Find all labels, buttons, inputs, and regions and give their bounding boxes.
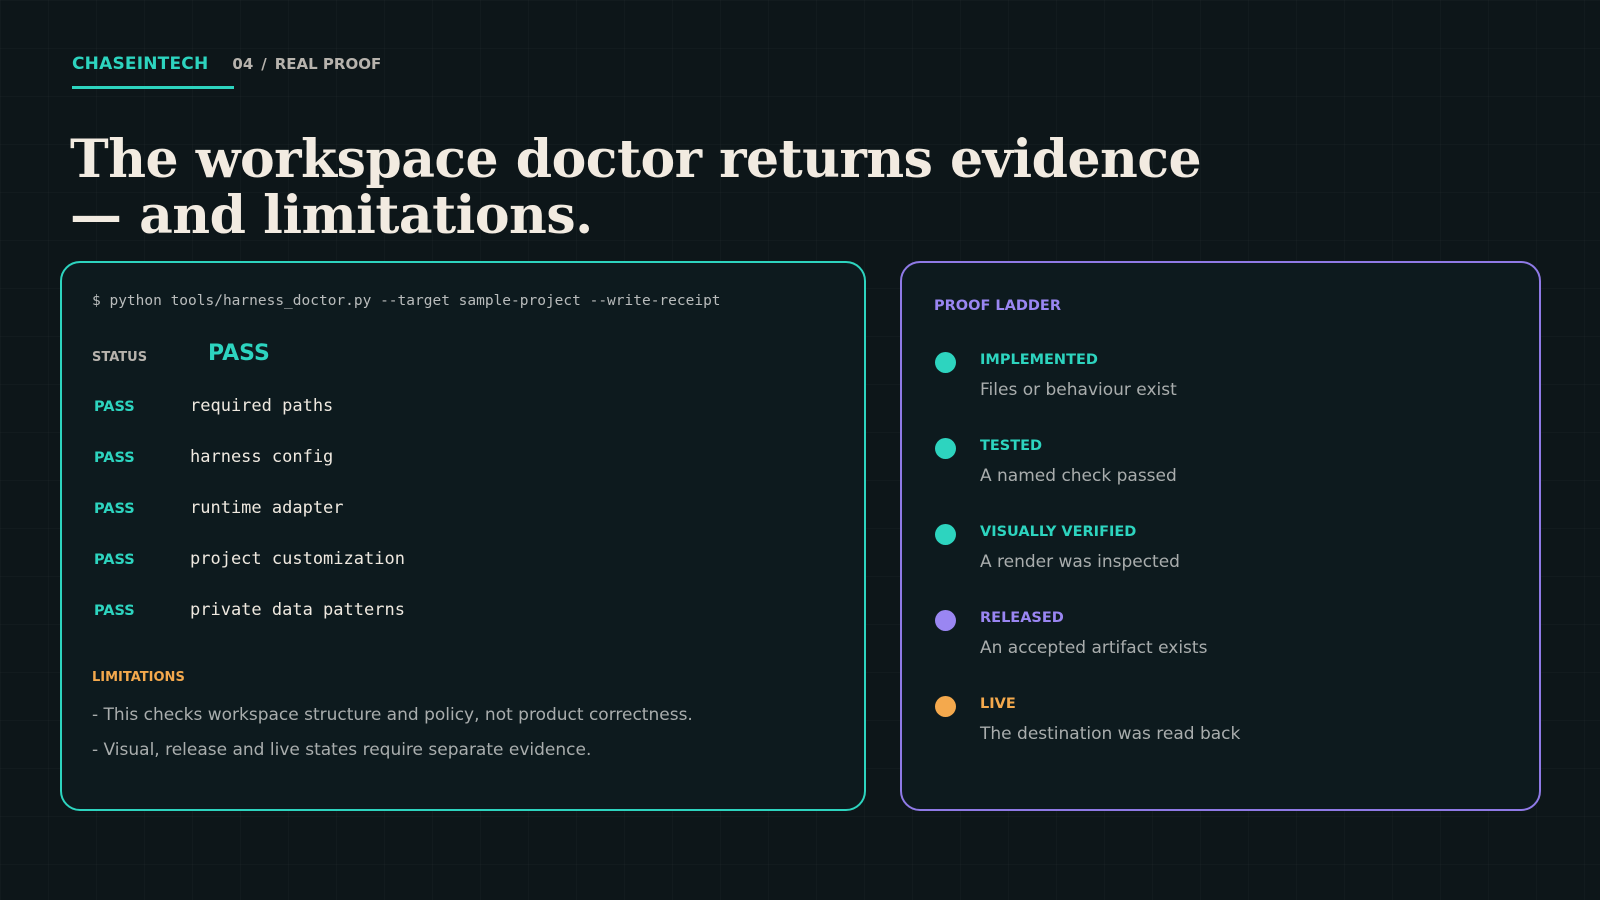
limitations-title: LIMITATIONS xyxy=(92,670,185,685)
ladder-step-name: TESTED xyxy=(980,438,1043,454)
ladder-step-name: RELEASED xyxy=(980,610,1064,626)
ladder-step-visually-verified: VISUALLY VERIFIED A render was inspected xyxy=(935,522,1240,608)
proof-ladder-panel: PROOF LADDER IMPLEMENTED Files or behavi… xyxy=(900,261,1541,811)
check-row: PASS runtime adapter xyxy=(94,498,405,549)
ladder-step-name: LIVE xyxy=(980,696,1016,712)
check-name: harness config xyxy=(190,447,334,467)
check-list: PASS required paths PASS harness config … xyxy=(94,396,405,651)
ladder-step-description: An accepted artifact exists xyxy=(980,638,1208,658)
section-number: 04 xyxy=(232,55,254,73)
ladder-step-tested: TESTED A named check passed xyxy=(935,436,1240,522)
ladder-step-name: VISUALLY VERIFIED xyxy=(980,524,1137,540)
limitations-list: - This checks workspace structure and po… xyxy=(92,703,693,773)
check-row: PASS harness config xyxy=(94,447,405,498)
proof-ladder-title: PROOF LADDER xyxy=(934,298,1062,314)
limitation-item: - This checks workspace structure and po… xyxy=(92,705,693,725)
terminal-panel: $ python tools/harness_doctor.py --targe… xyxy=(60,261,866,811)
check-name: runtime adapter xyxy=(190,498,344,518)
ladder-step-live: LIVE The destination was read back xyxy=(935,694,1240,780)
check-result: PASS xyxy=(94,552,135,568)
terminal-command: $ python tools/harness_doctor.py --targe… xyxy=(92,293,721,309)
check-name: required paths xyxy=(190,396,334,416)
status-dot-icon xyxy=(935,696,956,717)
status-dot-icon xyxy=(935,610,956,631)
ladder-step-description: Files or behaviour exist xyxy=(980,380,1177,400)
check-result: PASS xyxy=(94,501,135,517)
status-dot-icon xyxy=(935,524,956,545)
section-separator: / xyxy=(261,55,267,73)
check-result: PASS xyxy=(94,399,135,415)
status-value: PASS xyxy=(208,341,270,366)
page-title: The workspace doctor returns evidence — … xyxy=(70,132,1270,244)
ladder-step-released: RELEASED An accepted artifact exists xyxy=(935,608,1240,694)
check-row: PASS project customization xyxy=(94,549,405,600)
status-label: STATUS xyxy=(92,350,148,365)
check-name: private data patterns xyxy=(190,600,405,620)
page-title-line-1: The workspace doctor returns evidence xyxy=(70,129,1202,190)
page-title-line-2: — and limitations. xyxy=(70,185,593,246)
section-name: REAL PROOF xyxy=(274,55,382,73)
check-name: project customization xyxy=(190,549,405,569)
check-result: PASS xyxy=(94,603,135,619)
proof-ladder-list: IMPLEMENTED Files or behaviour exist TES… xyxy=(935,350,1240,780)
limitation-item: - Visual, release and live states requir… xyxy=(92,740,592,760)
check-row: PASS required paths xyxy=(94,396,405,447)
status-dot-icon xyxy=(935,438,956,459)
ladder-step-description: The destination was read back xyxy=(980,724,1241,744)
ladder-step-description: A render was inspected xyxy=(980,552,1180,572)
ladder-step-description: A named check passed xyxy=(980,466,1177,486)
brand-label: CHASEINTECH xyxy=(72,54,235,89)
ladder-step-name: IMPLEMENTED xyxy=(980,352,1098,368)
ladder-step-implemented: IMPLEMENTED Files or behaviour exist xyxy=(935,350,1240,436)
check-row: PASS private data patterns xyxy=(94,600,405,651)
status-dot-icon xyxy=(935,352,956,373)
check-result: PASS xyxy=(94,450,135,466)
slide-header: CHASEINTECH 04 / REAL PROOF xyxy=(72,54,381,89)
